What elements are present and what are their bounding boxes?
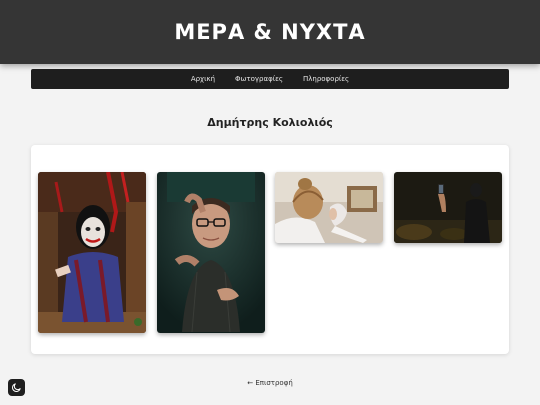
photo-hair-bun-image bbox=[275, 172, 383, 243]
site-title[interactable]: ΜΕΡΑ & ΝΥΧΤΑ bbox=[174, 20, 365, 44]
page-title: Δημήτρης Κολιολιός bbox=[207, 116, 333, 129]
theme-toggle-button[interactable] bbox=[8, 379, 25, 396]
gallery-photo-2[interactable] bbox=[157, 172, 265, 333]
gallery-photo-3[interactable] bbox=[275, 172, 383, 243]
gallery-photo-1[interactable] bbox=[38, 172, 146, 333]
main-nav: Αρχική Φωτογραφίες Πληροφορίες bbox=[31, 69, 509, 89]
gallery-card bbox=[31, 145, 509, 354]
site-header: ΜΕΡΑ & ΝΥΧΤΑ bbox=[0, 0, 540, 64]
back-link[interactable]: ← Επιστροφή bbox=[247, 379, 293, 387]
nav-item-info[interactable]: Πληροφορίες bbox=[303, 75, 349, 83]
nav-item-home[interactable]: Αρχική bbox=[191, 75, 215, 83]
gallery-photo-4[interactable] bbox=[394, 172, 502, 243]
nav-item-photos[interactable]: Φωτογραφίες bbox=[235, 75, 283, 83]
photo-phone-dark-image bbox=[394, 172, 502, 243]
photo-man-glasses-image bbox=[157, 172, 265, 333]
moon-icon bbox=[12, 383, 21, 392]
back-link-container: ← Επιστροφή bbox=[0, 379, 540, 387]
photo-clown-image bbox=[38, 172, 146, 333]
